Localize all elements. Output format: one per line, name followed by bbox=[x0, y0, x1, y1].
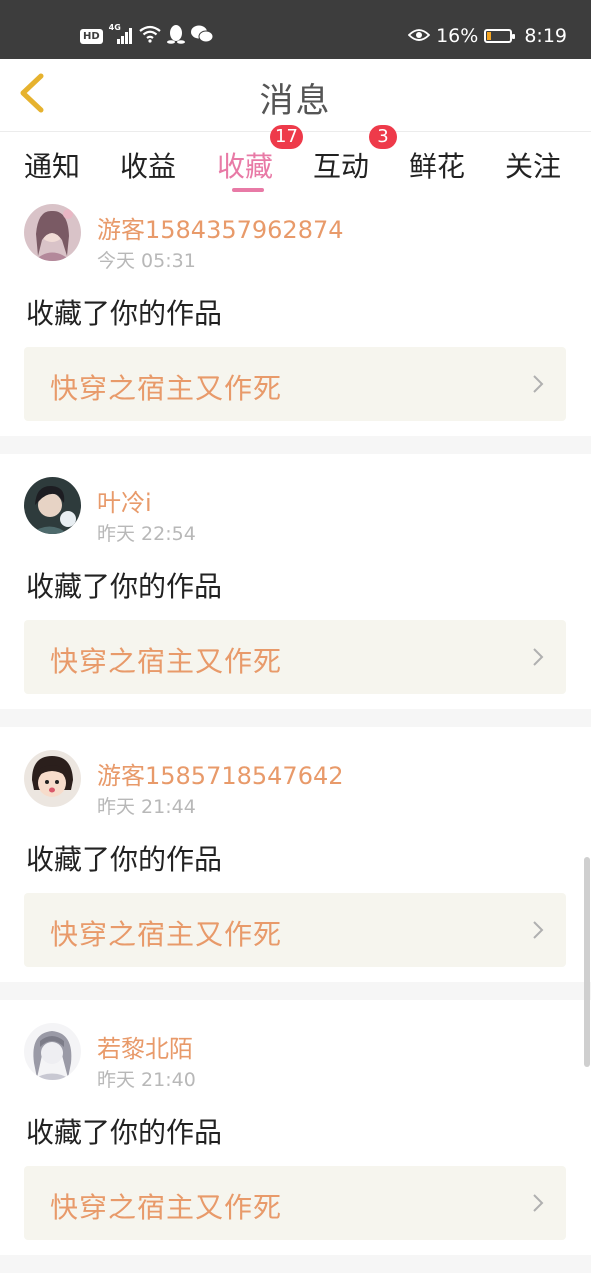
tab-interactions[interactable]: 互动 bbox=[313, 145, 369, 185]
action-text: 收藏了你的作品 bbox=[26, 1116, 223, 1149]
scrollbar[interactable] bbox=[584, 857, 590, 1067]
eye-icon bbox=[407, 25, 431, 47]
page-title: 消息 bbox=[259, 81, 332, 121]
timestamp: 昨天 21:40 bbox=[97, 1069, 196, 1091]
wifi-icon bbox=[138, 25, 161, 47]
tab-flowers[interactable]: 鲜花 bbox=[409, 145, 465, 185]
tab-earnings[interactable]: 收益 bbox=[120, 145, 176, 185]
action-text: 收藏了你的作品 bbox=[26, 297, 223, 330]
avatar[interactable] bbox=[24, 204, 81, 261]
clock: 8:19 bbox=[524, 25, 567, 47]
chevron-right-icon bbox=[532, 374, 544, 398]
avatar[interactable] bbox=[24, 750, 81, 807]
hd-icon: HD bbox=[80, 28, 103, 44]
battery-fill bbox=[487, 32, 492, 40]
qq-icon bbox=[166, 24, 185, 48]
username[interactable]: 游客1584357962874 bbox=[97, 210, 344, 245]
tab-notifications[interactable]: 通知 bbox=[24, 145, 80, 185]
divider bbox=[0, 709, 591, 727]
work-title: 快穿之宿主又作死 bbox=[50, 645, 283, 678]
avatar[interactable] bbox=[24, 1023, 81, 1080]
timestamp: 昨天 22:54 bbox=[97, 523, 196, 545]
username[interactable]: 叶冷i bbox=[97, 483, 152, 518]
divider bbox=[0, 436, 591, 454]
status-bar: HD 4G 16% 8:19 bbox=[0, 0, 591, 59]
battery-percent: 16% bbox=[436, 25, 479, 47]
timestamp: 昨天 21:44 bbox=[97, 796, 196, 818]
work-title: 快穿之宿主又作死 bbox=[50, 918, 283, 951]
battery-icon bbox=[484, 29, 516, 43]
chevron-right-icon bbox=[532, 647, 544, 671]
work-card[interactable]: 快穿之宿主又作死 bbox=[24, 347, 566, 421]
username[interactable]: 游客1585718547642 bbox=[97, 756, 344, 791]
action-text: 收藏了你的作品 bbox=[26, 843, 223, 876]
tab-follows[interactable]: 关注 bbox=[505, 145, 561, 185]
work-title: 快穿之宿主又作死 bbox=[50, 372, 283, 405]
divider bbox=[0, 1255, 591, 1273]
interactions-badge: 3 bbox=[369, 125, 397, 149]
chevron-right-icon bbox=[532, 1193, 544, 1217]
avatar[interactable] bbox=[24, 477, 81, 534]
active-tab-indicator bbox=[232, 188, 264, 192]
action-text: 收藏了你的作品 bbox=[26, 570, 223, 603]
work-card[interactable]: 快穿之宿主又作死 bbox=[24, 1166, 566, 1240]
chevron-right-icon bbox=[532, 920, 544, 944]
divider bbox=[0, 982, 591, 1000]
work-card[interactable]: 快穿之宿主又作死 bbox=[24, 893, 566, 967]
nav-bar: 消息 bbox=[0, 59, 591, 132]
wechat-icon bbox=[190, 25, 214, 47]
signal-icon: 4G bbox=[109, 23, 133, 45]
username[interactable]: 若黎北陌 bbox=[97, 1029, 193, 1064]
work-card[interactable]: 快穿之宿主又作死 bbox=[24, 620, 566, 694]
status-right: 16% 8:19 bbox=[407, 22, 567, 50]
status-left: HD 4G bbox=[80, 23, 214, 48]
tab-favorites[interactable]: 收藏 bbox=[217, 145, 273, 185]
tab-bar: 通知 收益 收藏 17 互动 3 鲜花 关注 bbox=[0, 125, 591, 193]
favorites-badge: 17 bbox=[270, 125, 303, 149]
work-title: 快穿之宿主又作死 bbox=[50, 1191, 283, 1224]
timestamp: 今天 05:31 bbox=[97, 250, 196, 272]
